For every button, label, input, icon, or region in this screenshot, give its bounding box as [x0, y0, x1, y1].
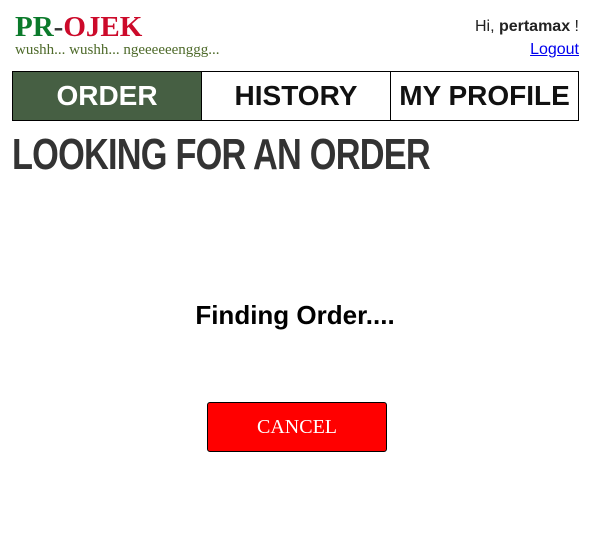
- main-nav: ORDER HISTORY MY PROFILE: [12, 71, 579, 121]
- greeting-prefix: Hi,: [474, 18, 499, 35]
- page-title: LOOKING FOR AN ORDER: [12, 130, 431, 179]
- logo-part-pr: PR: [15, 11, 54, 43]
- logo-separator: -: [53, 11, 64, 43]
- username: pertamax: [498, 18, 571, 35]
- app-logo: PR-OJEK: [15, 10, 142, 44]
- user-greeting: Hi, pertamax !: [475, 18, 579, 36]
- logout-link[interactable]: Logout: [530, 41, 579, 59]
- cancel-button[interactable]: CANCEL: [207, 402, 387, 452]
- tab-history[interactable]: HISTORY: [202, 71, 391, 121]
- greeting-suffix: !: [570, 18, 579, 35]
- logo-part-ojek: OJEK: [63, 11, 143, 43]
- finding-order-status: Finding Order....: [195, 300, 395, 330]
- app-tagline: wushh... wushh... ngeeeeeenggg...: [15, 42, 220, 58]
- tab-order[interactable]: ORDER: [12, 71, 202, 121]
- tab-my-profile[interactable]: MY PROFILE: [391, 71, 579, 121]
